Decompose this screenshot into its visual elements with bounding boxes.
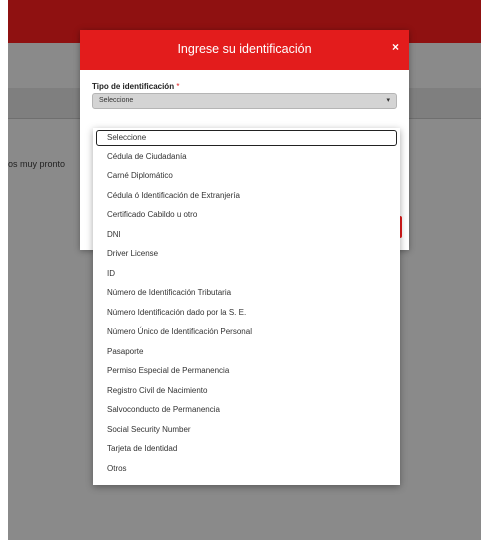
option-nuip[interactable]: Número Único de Identificación Personal bbox=[93, 323, 400, 341]
option-otros[interactable]: Otros bbox=[93, 460, 400, 478]
option-carne-diplomatico[interactable]: Carné Diplomático bbox=[93, 167, 400, 185]
option-ssn[interactable]: Social Security Number bbox=[93, 421, 400, 439]
select-value: Seleccione bbox=[99, 97, 134, 104]
id-type-label: Tipo de identificación * bbox=[92, 82, 179, 91]
left-frame bbox=[0, 0, 8, 540]
option-cedula-ciudadania[interactable]: Cédula de Ciudadanía bbox=[93, 148, 400, 166]
option-seleccione[interactable]: Seleccione bbox=[96, 130, 397, 146]
option-cedula-extranjeria[interactable]: Cédula ó Identificación de Extranjería bbox=[93, 187, 400, 205]
option-nit[interactable]: Número de Identificación Tributaria bbox=[93, 284, 400, 302]
option-id[interactable]: ID bbox=[93, 265, 400, 283]
page: os muy pronto Ingrese su identificación … bbox=[0, 0, 481, 540]
close-icon[interactable]: × bbox=[392, 40, 399, 54]
id-type-dropdown: Seleccione Cédula de Ciudadanía Carné Di… bbox=[93, 128, 400, 485]
chevron-down-icon: ▾ bbox=[386, 97, 390, 104]
option-driver-license[interactable]: Driver License bbox=[93, 245, 400, 263]
id-type-label-text: Tipo de identificación bbox=[92, 82, 175, 91]
option-pasaporte[interactable]: Pasaporte bbox=[93, 343, 400, 361]
option-permiso-especial[interactable]: Permiso Especial de Permanencia bbox=[93, 362, 400, 380]
required-mark: * bbox=[176, 82, 180, 91]
background-text: os muy pronto bbox=[8, 159, 66, 169]
option-dni[interactable]: DNI bbox=[93, 226, 400, 244]
option-certificado-cabildo[interactable]: Certificado Cabildo u otro bbox=[93, 206, 400, 224]
modal-header: Ingrese su identificación × bbox=[80, 30, 409, 70]
option-tarjeta-identidad[interactable]: Tarjeta de Identidad bbox=[93, 440, 400, 458]
id-type-select[interactable]: Seleccione ▾ bbox=[92, 93, 397, 109]
option-registro-civil[interactable]: Registro Civil de Nacimiento bbox=[93, 382, 400, 400]
modal-title: Ingrese su identificación bbox=[177, 42, 312, 56]
option-numero-se[interactable]: Número Identificación dado por la S. E. bbox=[93, 304, 400, 322]
option-salvoconducto[interactable]: Salvoconducto de Permanencia bbox=[93, 401, 400, 419]
